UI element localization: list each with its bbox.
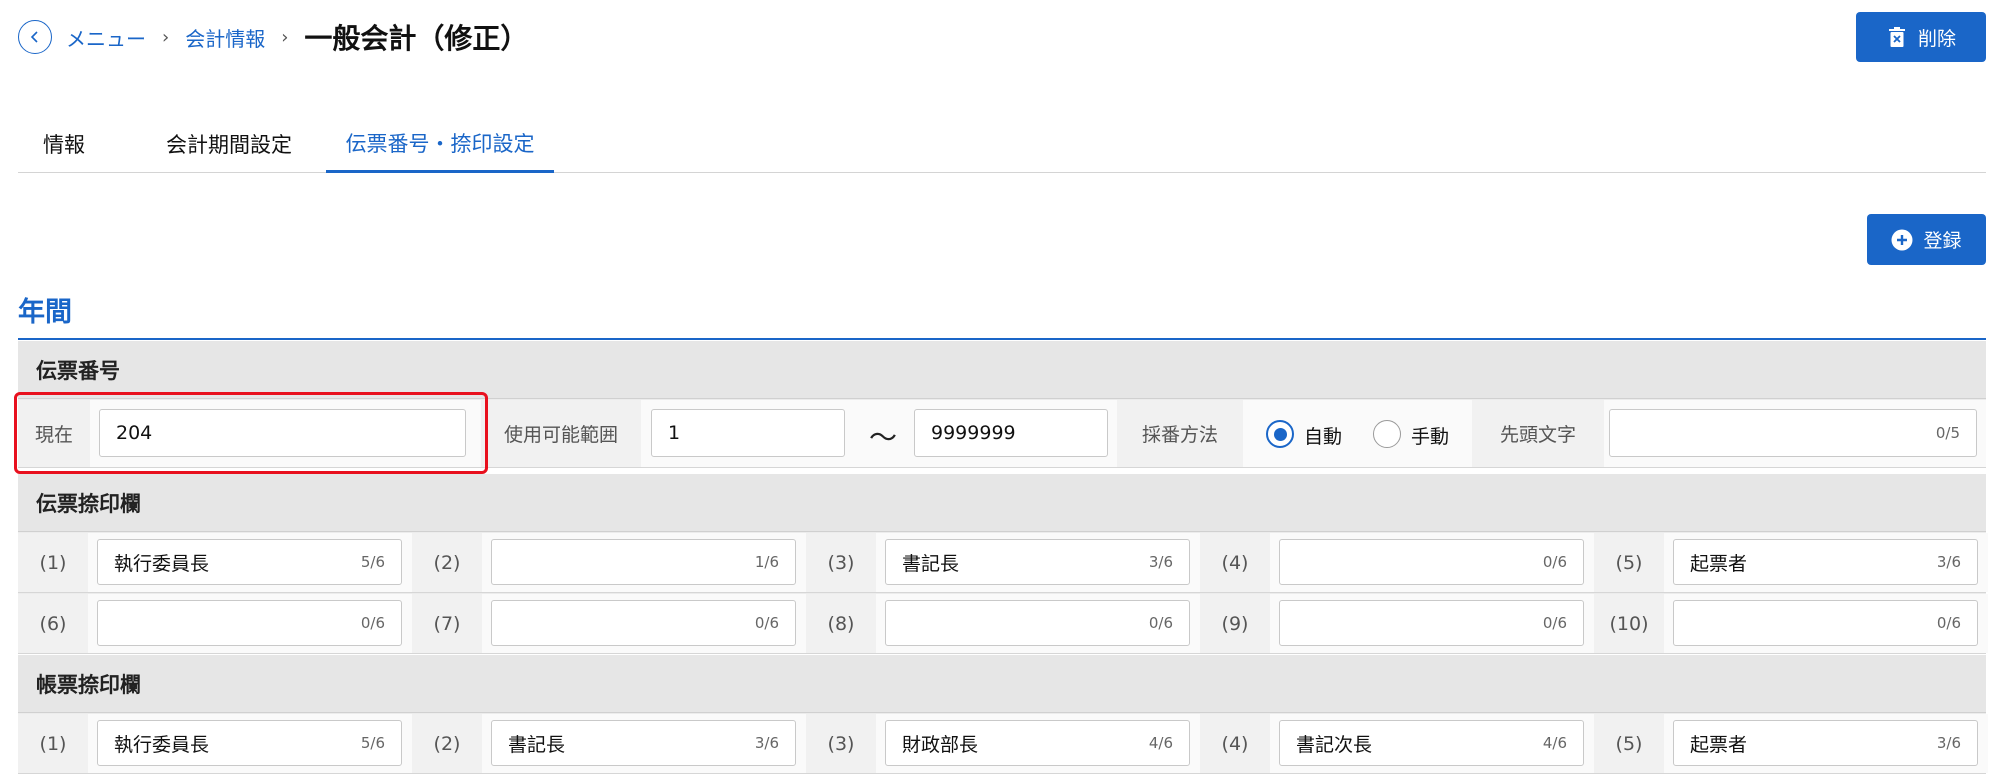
seal-slot-value: 起票者: [1690, 552, 1748, 575]
method-auto-radio[interactable]: [1266, 420, 1294, 448]
range-tilde: ～: [869, 421, 898, 454]
range-from-value: 1: [668, 422, 681, 444]
page-title: 一般会計（修正）: [304, 22, 529, 55]
seal-slot-input[interactable]: 0/6: [1279, 600, 1584, 646]
range-from-input[interactable]: 1: [651, 409, 845, 457]
current-number-value: 204: [116, 422, 153, 444]
seal-slot-input[interactable]: 1/6: [491, 539, 796, 585]
chevron-right-icon: ›: [281, 26, 289, 48]
seal-slot-input[interactable]: 0/6: [885, 600, 1190, 646]
trash-icon: [1886, 26, 1908, 48]
back-button[interactable]: [18, 20, 52, 54]
seal-slot-label: (4): [1200, 533, 1270, 592]
seal-slot-label: (8): [806, 594, 876, 653]
seal-slot-value: 執行委員長: [114, 733, 210, 756]
seal-slot-value: 財政部長: [902, 733, 979, 756]
seal-slot-label: (5): [1594, 714, 1664, 773]
seal-slot-counter: 0/6: [1542, 553, 1567, 571]
method-auto-label: 自動: [1304, 426, 1343, 448]
seal-slot-value: 書記長: [508, 733, 566, 756]
section-title: 年間: [18, 297, 72, 328]
seal-slot-counter: 3/6: [1936, 553, 1961, 571]
seal-slot-counter: 3/6: [1148, 553, 1173, 571]
seal-slot-counter: 0/6: [1542, 614, 1567, 632]
current-label: 現在: [18, 400, 90, 467]
breadcrumb-accounting-link[interactable]: 会計情報: [185, 23, 265, 52]
seal-slot-counter: 0/6: [1936, 614, 1961, 632]
seal-slot-counter: 4/6: [1148, 734, 1173, 752]
seal-slot-counter: 0/6: [1148, 614, 1173, 632]
tab-voucher-seal-settings[interactable]: 伝票番号・捺印設定: [326, 115, 554, 173]
delete-button[interactable]: 削除: [1856, 12, 1986, 62]
header: メニュー › 会計情報 › 一般会計（修正）: [18, 18, 528, 56]
seal-slot-input[interactable]: 書記次長 4/6: [1279, 720, 1584, 766]
method-manual-radio[interactable]: [1373, 420, 1401, 448]
seal-slot-input[interactable]: 起票者 3/6: [1673, 539, 1978, 585]
seal-slot-label: (2): [412, 533, 482, 592]
seal-slot-counter: 1/6: [754, 553, 779, 571]
seal-slot-counter: 0/6: [754, 614, 779, 632]
seal-slot-input[interactable]: 執行委員長 5/6: [97, 539, 402, 585]
plus-circle-icon: [1891, 229, 1913, 251]
seal-slot-counter: 5/6: [360, 734, 385, 752]
seal-slot-counter: 5/6: [360, 553, 385, 571]
seal-slot-label: (4): [1200, 714, 1270, 773]
seal-slot-counter: 0/6: [360, 614, 385, 632]
report-seal-heading: 帳票捺印欄: [18, 655, 1986, 713]
breadcrumb-menu-link[interactable]: メニュー: [66, 23, 146, 52]
current-number-input[interactable]: 204: [99, 409, 466, 457]
seal-slot-value: 起票者: [1690, 733, 1748, 756]
seal-slot-label: (3): [806, 533, 876, 592]
numbering-method-label: 採番方法: [1117, 400, 1243, 467]
seal-slot-input[interactable]: 0/6: [491, 600, 796, 646]
prefix-label: 先頭文字: [1472, 400, 1604, 467]
seal-slot-label: (9): [1200, 594, 1270, 653]
seal-slot-input[interactable]: 0/6: [97, 600, 402, 646]
section-divider: [18, 338, 1986, 340]
delete-label: 削除: [1917, 27, 1956, 50]
voucher-seal-heading: 伝票捺印欄: [18, 474, 1986, 532]
seal-slot-value: 書記次長: [1296, 733, 1373, 756]
range-to-value: 9999999: [931, 422, 1016, 444]
tab-bar: 情報 会計期間設定 伝票番号・捺印設定: [18, 115, 1986, 173]
seal-slot-counter: 3/6: [754, 734, 779, 752]
seal-slot-input[interactable]: 0/6: [1673, 600, 1978, 646]
prefix-input[interactable]: 0/5: [1609, 409, 1977, 457]
seal-slot-input[interactable]: 0/6: [1279, 539, 1584, 585]
seal-slot-label: (1): [18, 714, 88, 773]
chevron-right-icon: ›: [162, 26, 170, 48]
register-label: 登録: [1923, 230, 1962, 252]
seal-slot-label: (6): [18, 594, 88, 653]
seal-slot-counter: 3/6: [1936, 734, 1961, 752]
seal-slot-input[interactable]: 起票者 3/6: [1673, 720, 1978, 766]
page: メニュー › 会計情報 › 一般会計（修正） 削除 情報 会計期間設定 伝票番号…: [0, 0, 2000, 783]
tab-accounting-period[interactable]: 会計期間設定: [136, 115, 322, 173]
seal-slot-label: (10): [1594, 594, 1664, 653]
seal-slot-input[interactable]: 書記長 3/6: [491, 720, 796, 766]
seal-slot-counter: 4/6: [1542, 734, 1567, 752]
chevron-left-icon: [30, 31, 38, 43]
seal-slot-value: 執行委員長: [114, 552, 210, 575]
seal-slot-value: 書記長: [902, 552, 960, 575]
seal-slot-input[interactable]: 執行委員長 5/6: [97, 720, 402, 766]
register-button[interactable]: 登録: [1867, 214, 1986, 265]
seal-slot-label: (7): [412, 594, 482, 653]
seal-slot-label: (2): [412, 714, 482, 773]
voucher-number-heading: 伝票番号: [18, 341, 1986, 399]
seal-slot-input[interactable]: 財政部長 4/6: [885, 720, 1190, 766]
seal-slot-label: (1): [18, 533, 88, 592]
tab-info[interactable]: 情報: [18, 115, 110, 173]
method-manual-label: 手動: [1411, 426, 1450, 448]
usable-range-label: 使用可能範囲: [481, 400, 641, 467]
seal-slot-label: (3): [806, 714, 876, 773]
seal-slot-label: (5): [1594, 533, 1664, 592]
prefix-counter: 0/5: [1935, 424, 1960, 442]
range-to-input[interactable]: 9999999: [914, 409, 1108, 457]
seal-slot-input[interactable]: 書記長 3/6: [885, 539, 1190, 585]
